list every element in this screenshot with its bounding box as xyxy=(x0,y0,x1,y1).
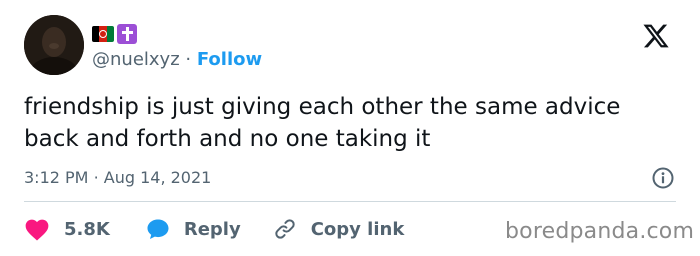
link-icon xyxy=(275,219,295,239)
divider xyxy=(24,201,676,202)
timestamp-separator: · xyxy=(93,168,99,187)
follow-button[interactable]: Follow xyxy=(197,49,262,70)
tweet-timestamp[interactable]: 3:12 PM · Aug 14, 2021 xyxy=(24,166,211,190)
tweet-card: @nuelxyz · Follow friendship is just giv… xyxy=(0,0,700,256)
tweet-date: Aug 14, 2021 xyxy=(103,168,212,187)
avatar-image xyxy=(24,15,84,75)
watermark: boredpanda.com xyxy=(505,219,695,244)
reply-button[interactable]: Reply xyxy=(146,217,241,241)
flag-icon-afghanistan xyxy=(92,26,114,42)
tweet-time: 3:12 PM xyxy=(24,168,89,187)
copy-link-label: Copy link xyxy=(310,218,405,240)
user-handle[interactable]: @nuelxyz xyxy=(92,49,180,70)
x-logo-icon[interactable] xyxy=(641,22,671,50)
copy-link-button[interactable]: Copy link xyxy=(273,217,405,241)
reply-label: Reply xyxy=(183,218,241,240)
info-icon[interactable] xyxy=(651,166,675,190)
heart-icon xyxy=(25,219,49,241)
like-count: 5.8K xyxy=(64,218,110,240)
latin-cross-icon xyxy=(117,24,137,44)
avatar[interactable] xyxy=(24,15,84,75)
like-button[interactable]: 5.8K xyxy=(24,217,110,241)
speech-bubble-icon xyxy=(147,219,169,239)
profile-badges xyxy=(92,24,137,44)
tweet-actions: 5.8K Reply Copy link xyxy=(24,216,404,242)
handle-separator: · xyxy=(185,49,192,70)
tweet-text: friendship is just giving each other the… xyxy=(24,94,621,152)
user-handle-row: @nuelxyz · Follow xyxy=(92,48,262,72)
